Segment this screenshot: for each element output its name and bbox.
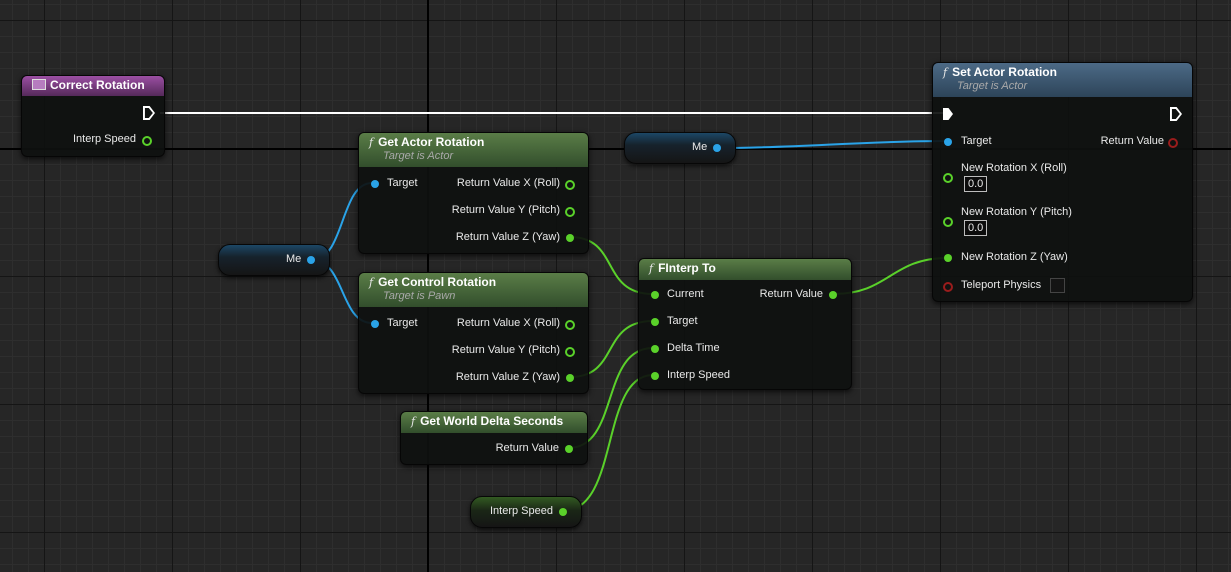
function-icon: f (649, 262, 654, 275)
node-header: f FInterp To (639, 259, 851, 280)
pin-label: Return Value Y (Pitch) (451, 204, 560, 216)
variable-label: Me (692, 141, 708, 153)
node-subtitle: Target is Actor (957, 80, 1028, 92)
node-header: f Set Actor Rotation Target is Actor (933, 63, 1192, 97)
interp-speed-out-pin[interactable] (559, 508, 567, 516)
pin-label: Return Value X (Roll) (456, 177, 560, 189)
pin-label: Delta Time (667, 342, 720, 354)
pin-label: Target (387, 317, 418, 329)
return-x-out-pin[interactable] (565, 180, 575, 190)
function-icon: f (369, 276, 374, 289)
variable-me[interactable]: Me (218, 244, 330, 276)
new-rotation-x-in-pin[interactable] (943, 173, 953, 183)
pin-label: Teleport Physics (961, 279, 1042, 291)
pin-label: Return Value Z (Yaw) (455, 371, 560, 383)
teleport-physics-checkbox[interactable] (1050, 278, 1065, 293)
return-value-out-pin[interactable] (829, 291, 837, 299)
node-set-actor-rotation[interactable]: f Set Actor Rotation Target is Actor Targ… (932, 62, 1193, 302)
variable-me[interactable]: Me (624, 132, 736, 164)
node-title: Get World Delta Seconds (420, 414, 564, 428)
delta-time-in-pin[interactable] (651, 345, 659, 353)
pin-label: Return Value (1100, 135, 1164, 147)
return-value-out-pin[interactable] (565, 445, 573, 453)
event-icon (32, 79, 46, 90)
node-header: f Get Actor Rotation Target is Actor (359, 133, 588, 167)
pin-label: New Rotation X (Roll) (961, 162, 1067, 174)
node-header: f Get Control Rotation Target is Pawn (359, 273, 588, 307)
pin-label: Return Value Z (Yaw) (455, 231, 560, 243)
pin-label: Return Value (759, 288, 823, 300)
return-z-out-pin[interactable] (566, 374, 574, 382)
return-x-out-pin[interactable] (565, 320, 575, 330)
variable-label: Interp Speed (490, 505, 553, 517)
exec-in-pin[interactable] (943, 108, 953, 120)
node-title: Set Actor Rotation (952, 65, 1057, 79)
pin-label: Interp Speed (73, 133, 136, 145)
node-get-actor-rotation[interactable]: f Get Actor Rotation Target is Actor Targ… (358, 132, 589, 254)
node-get-world-delta-seconds[interactable]: f Get World Delta Seconds Return Value (400, 411, 588, 465)
node-finterp-to[interactable]: f FInterp To Current Return Value Target … (638, 258, 852, 390)
return-z-out-pin[interactable] (566, 234, 574, 242)
me-out-pin[interactable] (713, 144, 721, 152)
pin-label: New Rotation Z (Yaw) (961, 251, 1068, 263)
new-rotation-y-value-field[interactable]: 0.0 (964, 220, 988, 236)
pin-label: Target (387, 177, 418, 189)
interp-speed-in-pin[interactable] (651, 372, 659, 380)
pin-label: Return Value X (Roll) (456, 317, 560, 329)
variable-interp-speed[interactable]: Interp Speed (470, 496, 582, 528)
node-header: f Get World Delta Seconds (401, 412, 587, 433)
return-y-out-pin[interactable] (565, 347, 575, 357)
interp-speed-out-pin[interactable] (142, 136, 152, 146)
pin-label: Interp Speed (667, 369, 730, 381)
target-in-pin[interactable] (371, 320, 379, 328)
node-title: Get Control Rotation (378, 275, 497, 289)
node-correct-rotation[interactable]: Correct Rotation Interp Speed (21, 75, 165, 157)
node-header: Correct Rotation (22, 76, 164, 96)
function-icon: f (943, 66, 948, 79)
pin-label: New Rotation Y (Pitch) (961, 206, 1072, 218)
target-in-pin[interactable] (651, 318, 659, 326)
pin-label: Target (667, 315, 698, 327)
exec-out-pin[interactable] (1170, 107, 1182, 121)
exec-out-pin[interactable] (143, 106, 155, 120)
node-title: Get Actor Rotation (378, 135, 485, 149)
node-subtitle: Target is Pawn (383, 290, 456, 302)
function-icon: f (411, 415, 416, 428)
variable-label: Me (286, 253, 302, 265)
wire-me-to-target[interactable] (717, 140, 949, 149)
me-out-pin[interactable] (307, 256, 315, 264)
function-icon: f (369, 136, 374, 149)
pin-label: Return Value Y (Pitch) (451, 344, 560, 356)
new-rotation-z-in-pin[interactable] (944, 254, 952, 262)
return-y-out-pin[interactable] (565, 207, 575, 217)
pin-label: Return Value (495, 442, 559, 454)
pin-label: Current (667, 288, 704, 300)
node-title: Correct Rotation (50, 78, 145, 92)
target-in-pin[interactable] (944, 138, 952, 146)
teleport-physics-in-pin[interactable] (943, 282, 953, 292)
pin-label: Target (961, 135, 992, 147)
current-in-pin[interactable] (651, 291, 659, 299)
new-rotation-x-value-field[interactable]: 0.0 (964, 176, 988, 192)
node-get-control-rotation[interactable]: f Get Control Rotation Target is Pawn Tar… (358, 272, 589, 394)
node-subtitle: Target is Actor (383, 150, 454, 162)
new-rotation-y-in-pin[interactable] (943, 217, 953, 227)
node-title: FInterp To (658, 261, 716, 275)
target-in-pin[interactable] (371, 180, 379, 188)
return-value-out-pin[interactable] (1168, 138, 1178, 148)
